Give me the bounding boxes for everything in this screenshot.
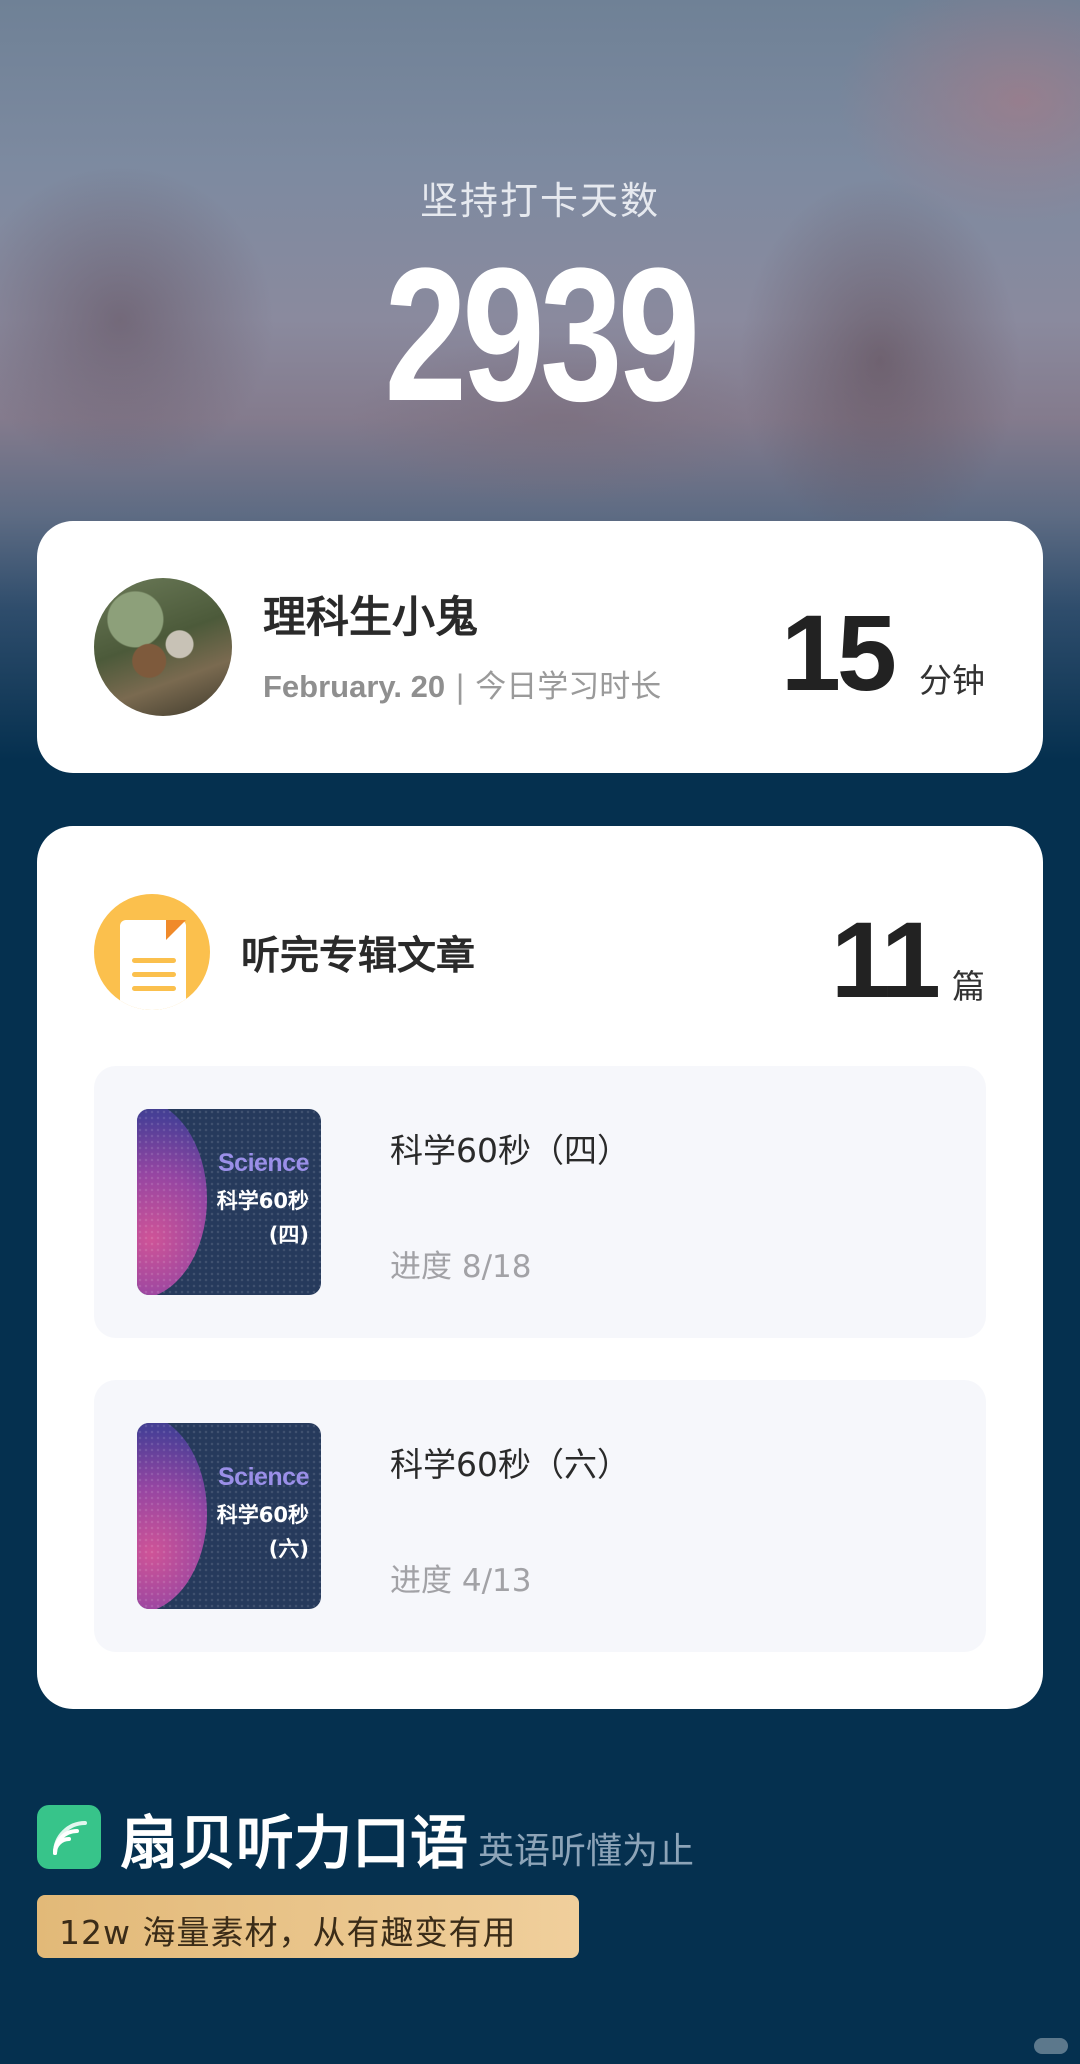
album-title: 科学60秒（六） bbox=[390, 1445, 630, 1484]
today-study-label: 今日学习时长 bbox=[475, 669, 662, 705]
album-cover: Science 科学60秒 (四) bbox=[137, 1109, 321, 1295]
profile-card: 理科生小鬼 February. 20 | 今日学习时长 15 分钟 bbox=[37, 521, 1043, 773]
study-date-line: February. 20 | 今日学习时长 bbox=[263, 661, 661, 706]
study-date: February. 20 bbox=[263, 669, 446, 704]
watermark bbox=[1034, 2038, 1068, 2054]
user-name: 理科生小鬼 bbox=[263, 593, 478, 643]
streak-days-count: 2939 bbox=[384, 229, 701, 441]
cover-title-text: 科学60秒 bbox=[216, 1189, 309, 1213]
articles-label: 听完专辑文章 bbox=[241, 934, 476, 979]
cover-subtitle-text: (六) bbox=[268, 1537, 309, 1561]
articles-count: 11 bbox=[830, 899, 941, 1020]
document-icon bbox=[94, 894, 210, 1010]
avatar[interactable] bbox=[94, 578, 232, 716]
album-title: 科学60秒（四） bbox=[390, 1131, 630, 1170]
streak-title: 坚持打卡天数 bbox=[419, 179, 660, 223]
album-cover: Science 科学60秒 (六) bbox=[137, 1423, 321, 1609]
brand-name: 扇贝听力口语 bbox=[120, 1809, 469, 1877]
album-progress: 进度 4/13 bbox=[390, 1563, 532, 1599]
date-separator: | bbox=[445, 669, 476, 705]
minutes-unit: 分钟 bbox=[919, 661, 985, 700]
brand-slogan: 英语听懂为止 bbox=[478, 1831, 695, 1872]
shanbay-logo-icon bbox=[37, 1805, 101, 1869]
album-item[interactable]: Science 科学60秒 (六) 科学60秒（六） 进度 4/13 bbox=[94, 1380, 986, 1652]
cover-science-text: Science bbox=[217, 1149, 310, 1177]
promo-text: 12w 海量素材，从有趣变有用 bbox=[59, 1913, 517, 1952]
today-minutes-value: 15 bbox=[780, 592, 897, 713]
articles-card: 听完专辑文章 11 篇 Science 科学60秒 (四) 科学60秒（四） 进… bbox=[37, 826, 1043, 1709]
cover-subtitle-text: (四) bbox=[268, 1223, 309, 1247]
cover-title-text: 科学60秒 bbox=[216, 1503, 309, 1527]
cover-science-text: Science bbox=[217, 1463, 310, 1491]
album-item[interactable]: Science 科学60秒 (四) 科学60秒（四） 进度 8/18 bbox=[94, 1066, 986, 1338]
promo-banner: 12w 海量素材，从有趣变有用 bbox=[37, 1895, 579, 1958]
articles-unit: 篇 bbox=[952, 967, 985, 1006]
album-progress: 进度 8/18 bbox=[390, 1249, 532, 1285]
